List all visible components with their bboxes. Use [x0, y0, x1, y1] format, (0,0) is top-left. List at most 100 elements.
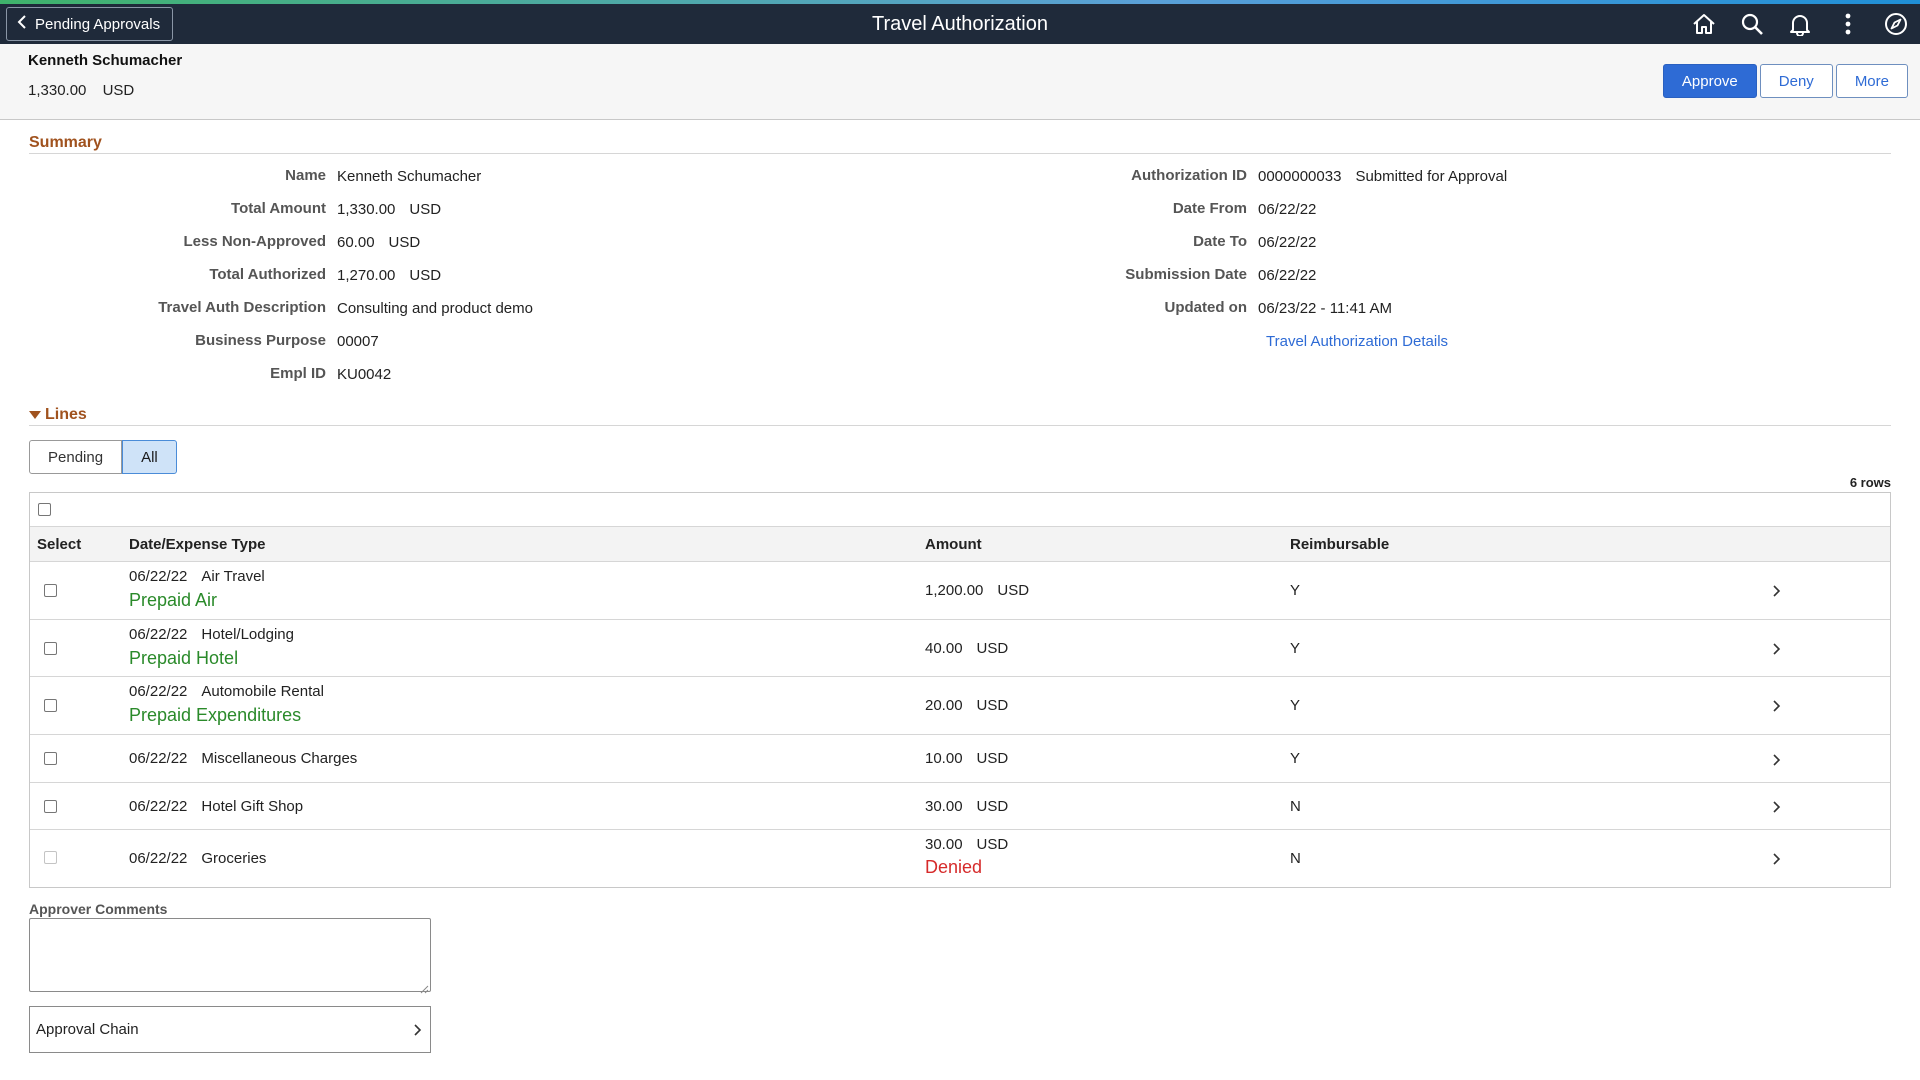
total-authorized-currency: USD — [409, 267, 442, 284]
row-date-type: 06/22/22 Hotel/Lodging — [129, 626, 294, 643]
row-amount: 20.00 USD — [925, 697, 1008, 714]
banner-actions — [1680, 4, 1920, 44]
row-expense-type: Hotel/Lodging — [201, 626, 294, 643]
field-label-total-amount: Total Amount — [231, 200, 326, 217]
chevron-right-icon[interactable] — [1770, 642, 1784, 656]
field-value-business-purpose: 00007 — [337, 333, 379, 350]
row-reimbursable: N — [1290, 850, 1301, 867]
header-panel: Kenneth Schumacher 1,330.00 USD Approve … — [0, 44, 1920, 120]
row-amount: 1,200.00 USD — [925, 582, 1029, 599]
chevron-left-icon — [17, 15, 27, 33]
column-header-select: Select — [37, 536, 82, 553]
column-header-reimbursable: Reimbursable — [1290, 536, 1390, 553]
chevron-right-icon[interactable] — [1770, 852, 1784, 866]
row-expense-type: Automobile Rental — [201, 683, 324, 700]
chevron-right-icon — [414, 1023, 422, 1040]
row-amount-value: 30.00 — [925, 798, 963, 815]
search-icon[interactable] — [1728, 4, 1776, 44]
segment-all[interactable]: All — [122, 440, 177, 474]
row-amount-value: 30.00 — [925, 836, 963, 853]
row-date: 06/22/22 — [129, 850, 188, 867]
more-vertical-icon[interactable] — [1824, 4, 1872, 44]
row-date: 06/22/22 — [129, 626, 188, 643]
header-actions: Approve Deny More — [1662, 64, 1908, 98]
summary-title: Summary — [29, 134, 102, 151]
row-select-checkbox[interactable] — [44, 584, 57, 597]
total-authorized-value: 1,270.00 — [337, 267, 396, 284]
field-value-submission-date: 06/22/22 — [1258, 267, 1317, 284]
chevron-right-icon[interactable] — [1770, 584, 1784, 598]
row-reimbursable: Y — [1290, 582, 1301, 599]
name-value: Kenneth Schumacher — [337, 168, 482, 185]
segment-pending[interactable]: Pending — [29, 440, 123, 474]
column-header-date-expense-type: Date/Expense Type — [129, 536, 266, 553]
row-amount: 40.00 USD — [925, 640, 1008, 657]
field-label-name: Name — [285, 167, 326, 184]
row-select-checkbox[interactable] — [44, 752, 57, 765]
total-amount-currency: USD — [409, 201, 442, 218]
row-select-checkbox[interactable] — [44, 642, 57, 655]
row-select-checkbox-disabled — [44, 851, 57, 864]
field-value-less-non-approved: 60.00 USD — [337, 234, 420, 251]
field-label-date-to: Date To — [1193, 233, 1247, 250]
total-amount-value: 1,330.00 — [337, 201, 396, 218]
row-date-type: 06/22/22 Air Travel — [129, 568, 265, 585]
table-row[interactable]: 06/22/22 Air Travel Prepaid Air 1,200.00 U… — [30, 562, 1890, 620]
row-amount-value: 10.00 — [925, 750, 963, 767]
table-row[interactable]: 06/22/22 Automobile Rental Prepaid Expend… — [30, 677, 1890, 735]
column-header-amount: Amount — [925, 536, 982, 553]
field-value-total-authorized: 1,270.00 USD — [337, 267, 441, 284]
row-reimbursable: Y — [1290, 750, 1301, 767]
caret-down-icon — [29, 406, 41, 424]
rows-count: 6 rows — [1849, 475, 1891, 490]
field-value-authorization-id: 0000000033 Submitted for Approval — [1258, 168, 1507, 185]
header-amount-value: 1,330.00 — [28, 82, 87, 99]
more-button[interactable]: More — [1835, 64, 1908, 98]
row-expense-type: Groceries — [201, 850, 267, 867]
approval-chain-label: Approval Chain — [36, 1021, 139, 1038]
table-row[interactable]: 06/22/22 Miscellaneous Charges 10.00 USD Y — [30, 735, 1890, 783]
resize-grip-icon[interactable] — [420, 981, 429, 994]
authorization-status: Submitted for Approval — [1355, 168, 1508, 185]
field-value-name: Kenneth Schumacher — [337, 168, 481, 185]
row-prepaid-label: Prepaid Air — [129, 590, 218, 610]
back-button[interactable]: Pending Approvals — [6, 7, 174, 41]
row-select-checkbox[interactable] — [44, 699, 57, 712]
row-expense-type: Air Travel — [201, 568, 265, 585]
row-reimbursable: N — [1290, 798, 1301, 815]
lines-grid: Select Date/Expense Type Amount Reimburs… — [29, 492, 1891, 888]
table-row[interactable]: 06/22/22 Groceries 30.00 USD Denied N — [30, 830, 1890, 887]
field-label-travel-auth-description: Travel Auth Description — [158, 299, 326, 316]
field-label-less-non-approved: Less Non-Approved — [183, 233, 326, 250]
chevron-right-icon[interactable] — [1770, 699, 1784, 713]
row-prepaid-label: Prepaid Expenditures — [129, 705, 302, 725]
field-value-total-amount: 1,330.00 USD — [337, 201, 441, 218]
row-date-type: 06/22/22 Miscellaneous Charges — [129, 750, 357, 767]
field-label-business-purpose: Business Purpose — [195, 332, 326, 349]
grid-header: Select Date/Expense Type Amount Reimburs… — [30, 527, 1890, 562]
page-title: Travel Authorization — [871, 13, 1048, 35]
row-amount-currency: USD — [976, 697, 1009, 714]
compass-icon[interactable] — [1872, 4, 1920, 44]
table-row[interactable]: 06/22/22 Hotel Gift Shop 30.00 USD N — [30, 783, 1890, 830]
approval-chain-button[interactable]: Approval Chain — [29, 1006, 431, 1053]
row-amount-value: 20.00 — [925, 697, 963, 714]
row-amount-currency: USD — [976, 798, 1009, 815]
deny-button[interactable]: Deny — [1759, 64, 1833, 98]
approver-comments-field[interactable] — [29, 918, 431, 992]
chevron-right-icon[interactable] — [1770, 800, 1784, 814]
home-icon[interactable] — [1680, 4, 1728, 44]
field-label-date-from: Date From — [1172, 200, 1247, 217]
field-value-updated-on: 06/23/22 - 11:41 AM — [1258, 300, 1392, 317]
row-expense-type: Hotel Gift Shop — [201, 798, 304, 815]
approve-button[interactable]: Approve — [1662, 64, 1757, 98]
row-amount-value: 1,200.00 — [925, 582, 984, 599]
travel-authorization-details-link[interactable]: Travel Authorization Details — [1266, 333, 1448, 350]
lines-section-title[interactable]: Lines — [29, 406, 1891, 427]
table-row[interactable]: 06/22/22 Hotel/Lodging Prepaid Hotel 40.0… — [30, 620, 1890, 677]
chevron-right-icon[interactable] — [1770, 753, 1784, 767]
select-all-checkbox[interactable] — [38, 503, 51, 516]
field-label-authorization-id: Authorization ID — [1131, 167, 1247, 184]
row-select-checkbox[interactable] — [44, 800, 57, 813]
bell-icon[interactable] — [1776, 4, 1824, 44]
